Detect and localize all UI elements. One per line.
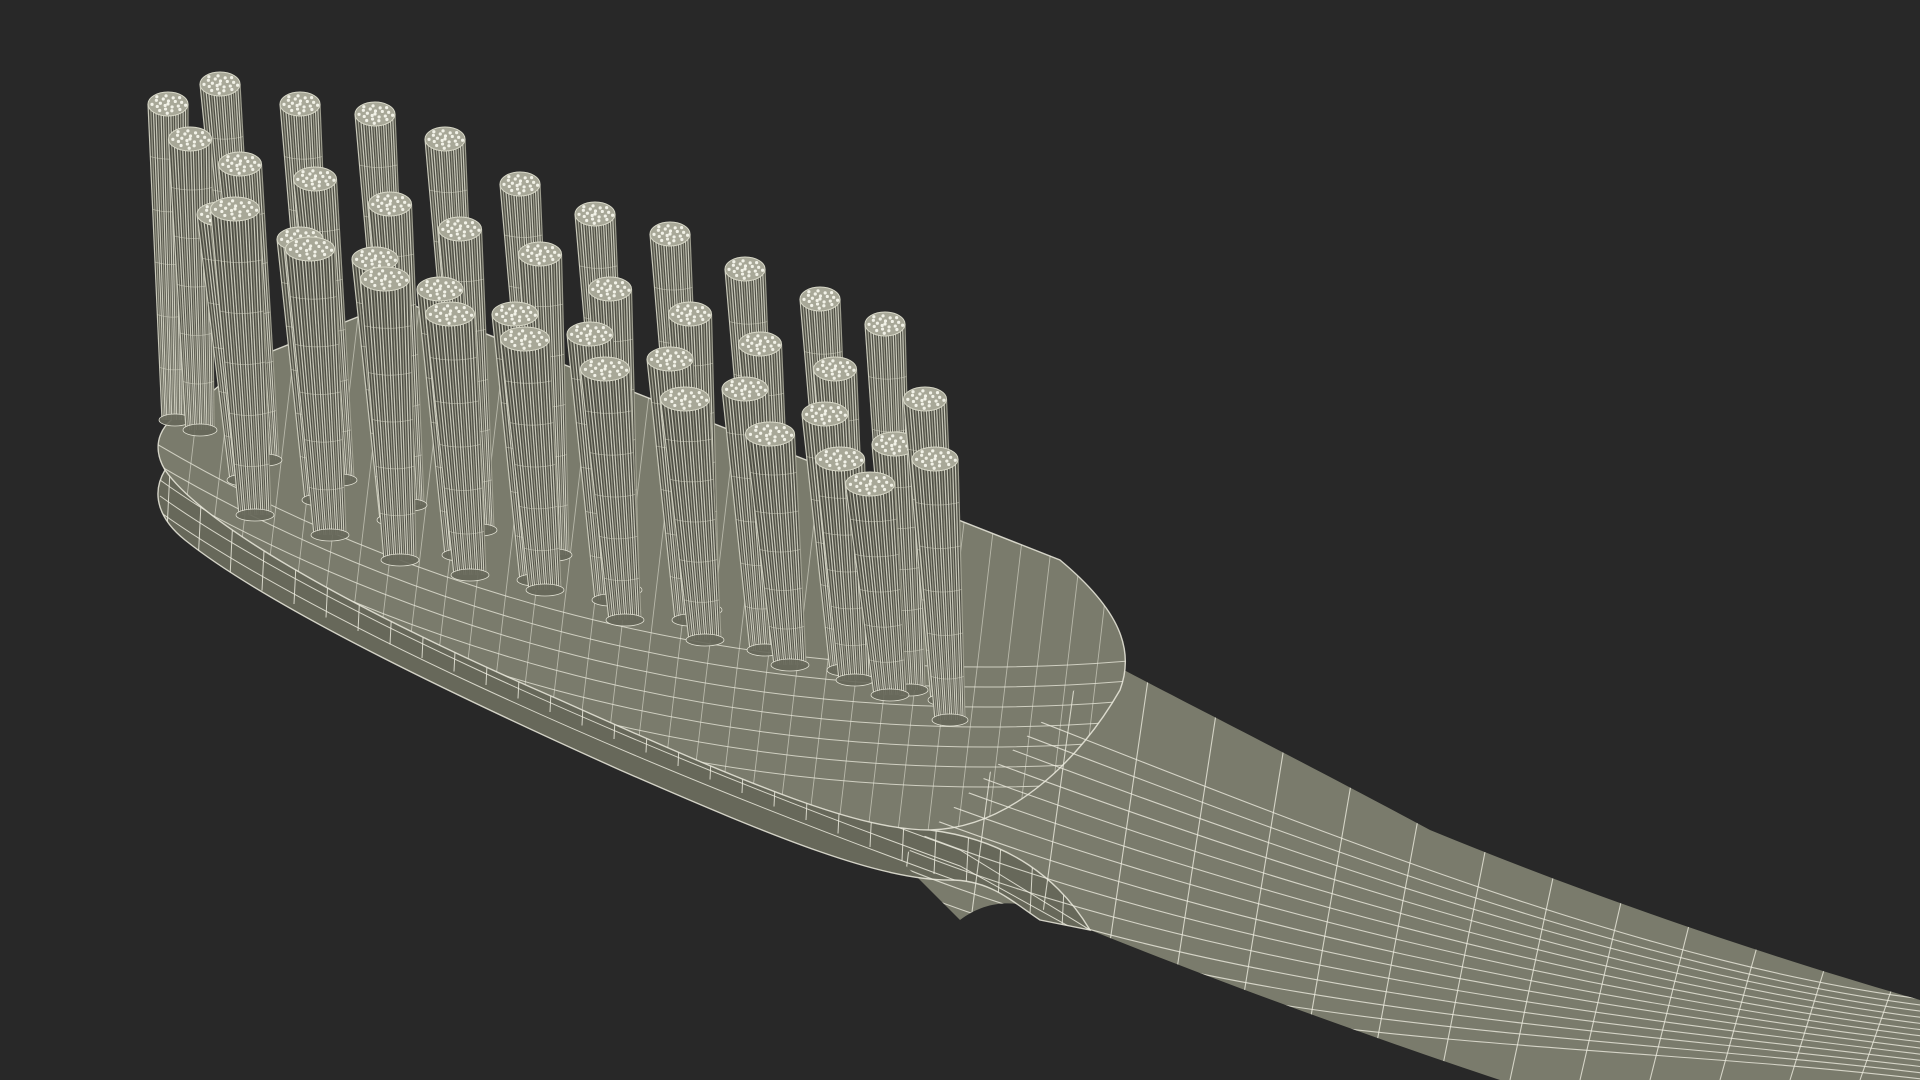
render-viewport <box>0 0 1920 1080</box>
toothbrush-wireframe-render <box>147 71 1920 1080</box>
